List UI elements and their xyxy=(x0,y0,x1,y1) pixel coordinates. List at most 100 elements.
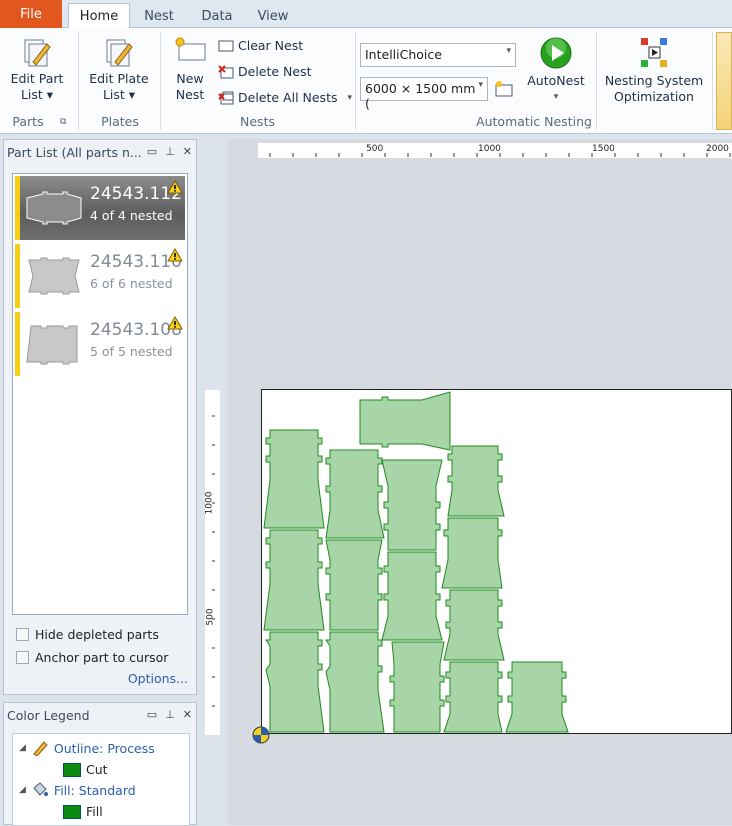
window-position-icon[interactable]: ▭ xyxy=(147,145,157,158)
edit-part-list-button[interactable]: Edit Part List ▾ xyxy=(6,36,68,103)
horizontal-ruler: 500 1000 1500 2000 xyxy=(258,143,732,158)
pencil-icon xyxy=(33,741,48,756)
delete-nest-icon xyxy=(218,64,234,78)
nested-parts-drawing: .pt{fill:#a8d5a8;stroke:#1e8a1e;stroke-w… xyxy=(263,391,569,733)
origin-marker-icon xyxy=(252,726,270,744)
nested-part xyxy=(263,529,325,631)
pin-icon[interactable]: ⊥ xyxy=(165,708,175,721)
cut-color-swatch[interactable] xyxy=(63,762,81,777)
nested-part xyxy=(447,445,505,517)
plate-size-value: 6000 × 1500 mm ( xyxy=(365,81,476,111)
nesting-system-optimization-button[interactable]: Nesting System Optimization xyxy=(602,36,706,105)
nesting-system-label-2: Optimization xyxy=(614,89,694,104)
plate-settings-icon[interactable] xyxy=(494,80,514,98)
group-label-parts: Parts xyxy=(12,114,44,129)
tab-home[interactable]: Home xyxy=(68,3,130,29)
autonest-button[interactable]: AutoNest ▾ xyxy=(524,36,588,105)
edit-plate-list-label-2: List ▾ xyxy=(102,87,136,102)
close-icon[interactable]: ✕ xyxy=(183,708,192,721)
anchor-part-checkbox[interactable]: Anchor part to cursor xyxy=(16,650,168,665)
clear-nest-icon xyxy=(218,40,234,51)
panel-controls: ▭ ⊥ ✕ xyxy=(147,708,192,721)
legend-fill-row[interactable]: ◢ Fill: Standard xyxy=(19,782,136,798)
chevron-down-icon: ▾ xyxy=(478,80,483,90)
delete-nest-label: Delete Nest xyxy=(238,64,312,79)
group-label-nests: Nests xyxy=(240,114,275,129)
delete-all-nests-icon xyxy=(218,91,234,104)
nested-part xyxy=(325,449,385,539)
checkbox-box[interactable] xyxy=(16,651,29,664)
part-item-1[interactable]: 24543.110.F 6 of 6 nested xyxy=(15,244,185,308)
clear-nest-button[interactable]: Clear Nest xyxy=(218,38,303,53)
color-legend-body: ◢ Outline: Process Cut ◢ Fill: Standard … xyxy=(12,733,190,826)
new-nest-button[interactable]: New Nest xyxy=(168,36,212,103)
warning-icon xyxy=(167,248,183,262)
new-nest-label-1: New xyxy=(176,71,204,86)
edit-plate-list-icon xyxy=(106,39,133,67)
chevron-down-icon: ▾ xyxy=(506,46,511,56)
edit-plate-list-label-1: Edit Plate xyxy=(89,71,149,86)
legend-outline-row[interactable]: ◢ Outline: Process xyxy=(19,740,155,756)
checkbox-box[interactable] xyxy=(16,628,29,641)
nesting-strategy-combo[interactable]: IntelliChoice ▾ xyxy=(360,43,516,67)
hruler-label-1000: 1000 xyxy=(478,144,501,154)
optimization-icon xyxy=(641,38,667,67)
nested-part xyxy=(325,631,385,733)
part-list-panel: Part List (All parts n... ▭ ⊥ ✕ 24543.11… xyxy=(3,139,197,695)
delete-all-nests-label: Delete All Nests xyxy=(238,90,338,105)
vertical-ruler-ticks xyxy=(212,415,215,707)
delete-all-nests-button[interactable]: Delete All Nests ▾ xyxy=(218,90,352,105)
hruler-label-1500: 1500 xyxy=(592,144,615,154)
part-thumbnail-icon xyxy=(26,325,78,365)
edit-part-list-icon xyxy=(24,39,51,67)
group-label-automatic-nesting: Automatic Nesting xyxy=(476,114,592,129)
pin-icon[interactable]: ⊥ xyxy=(165,145,175,158)
ribbon-tab-bar: File Home Nest Data View xyxy=(0,0,732,29)
legend-outline-label: Outline: Process xyxy=(53,740,155,756)
tab-file[interactable]: File xyxy=(0,0,62,28)
part-flag xyxy=(15,312,20,376)
nested-part xyxy=(389,641,445,733)
delete-nest-button[interactable]: Delete Nest xyxy=(218,64,312,79)
vruler-label-500: 500 xyxy=(205,608,216,626)
part-flag xyxy=(15,176,20,240)
vertical-ruler: 1000 500 xyxy=(204,390,220,735)
nested-part xyxy=(443,589,505,661)
vruler-label-1000: 1000 xyxy=(204,491,215,515)
partial-ribbon-button[interactable] xyxy=(716,32,732,130)
hide-depleted-checkbox[interactable]: Hide depleted parts xyxy=(16,627,159,642)
nested-part xyxy=(263,429,325,529)
tab-data[interactable]: Data xyxy=(194,4,240,28)
nested-part xyxy=(441,517,503,589)
legend-fill-std-label: Fill xyxy=(86,804,103,819)
nested-part xyxy=(381,551,443,641)
dialog-launcher-icon[interactable]: ⧉ xyxy=(60,117,66,127)
part-list-title: Part List (All parts n... xyxy=(7,145,142,160)
collapse-triangle-icon[interactable]: ◢ xyxy=(19,785,26,795)
part-item-2[interactable]: 24543.108.F 5 of 5 nested xyxy=(15,312,185,376)
panel-controls: ▭ ⊥ ✕ xyxy=(147,145,192,158)
hruler-label-500: 500 xyxy=(366,144,384,154)
legend-cut-row: Cut xyxy=(63,762,108,777)
legend-fill-standard-row: Fill xyxy=(63,804,103,819)
tab-nest[interactable]: Nest xyxy=(136,4,182,28)
nested-part xyxy=(325,539,383,631)
part-list[interactable]: 24543.112.F 4 of 4 nested 24543.110.F 6 … xyxy=(12,173,188,615)
hide-depleted-label: Hide depleted parts xyxy=(35,627,159,642)
part-item-0[interactable]: 24543.112.F 4 of 4 nested xyxy=(15,176,185,240)
window-position-icon[interactable]: ▭ xyxy=(147,708,157,721)
tab-view[interactable]: View xyxy=(250,4,296,28)
chevron-down-icon: ▾ xyxy=(347,92,353,103)
close-icon[interactable]: ✕ xyxy=(183,145,192,158)
plate-size-combo[interactable]: 6000 × 1500 mm ( ▾ xyxy=(360,77,488,111)
fill-color-swatch[interactable] xyxy=(63,804,81,819)
warning-icon xyxy=(167,316,183,330)
edit-plate-list-button[interactable]: Edit Plate List ▾ xyxy=(86,36,152,103)
anchor-part-label: Anchor part to cursor xyxy=(35,650,169,665)
part-thumbnail-icon xyxy=(26,191,82,225)
options-link[interactable]: Options... xyxy=(128,671,188,686)
paint-bucket-icon xyxy=(33,782,48,796)
plate-sheet[interactable]: .pt{fill:#a8d5a8;stroke:#1e8a1e;stroke-w… xyxy=(261,389,732,734)
collapse-triangle-icon[interactable]: ◢ xyxy=(19,743,26,753)
nested-part xyxy=(505,661,569,733)
